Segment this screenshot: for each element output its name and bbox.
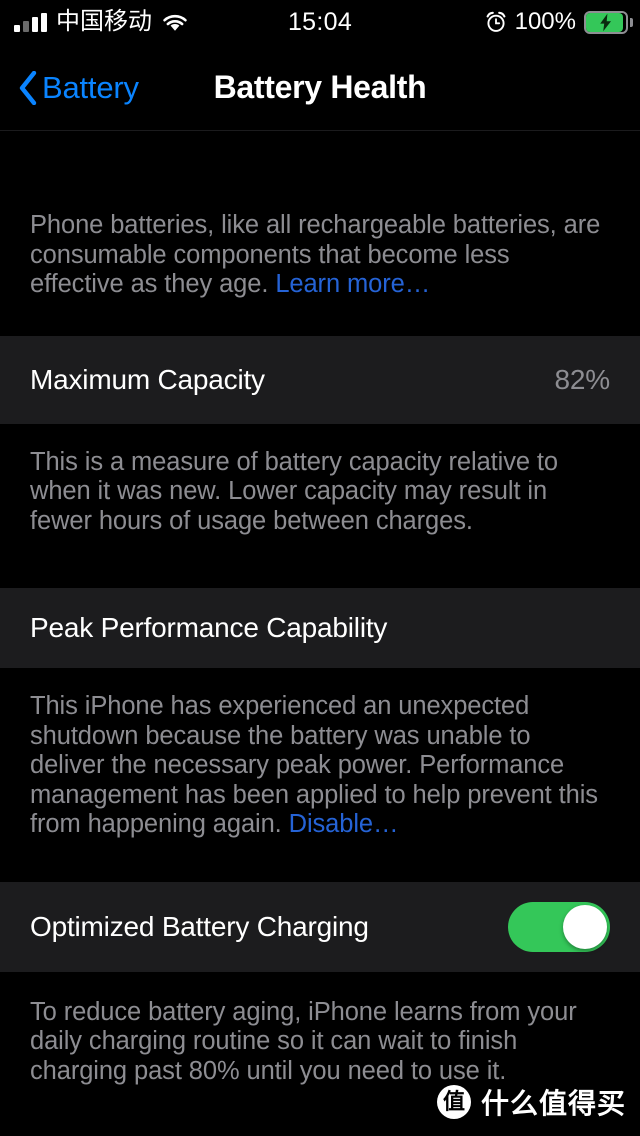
settings-content: Phone batteries, like all rechargeable b…	[0, 131, 640, 1136]
watermark-label: 什么值得买	[480, 1088, 626, 1119]
optimized-battery-charging-label: Optimized Battery Charging	[30, 910, 369, 942]
optimized-battery-charging-description: To reduce battery aging, iPhone learns f…	[30, 997, 577, 1085]
toggle-knob	[563, 904, 607, 949]
spacer-e	[0, 840, 640, 882]
iphone-screen: 中国移动 15:04 100% Battery Battery Health P…	[0, 0, 640, 1136]
spacer-f	[0, 972, 640, 998]
intro-description: Phone batteries, like all rechargeable b…	[0, 211, 640, 300]
maximum-capacity-label: Maximum Capacity	[30, 363, 265, 395]
peak-performance-description: This iPhone has experienced an unexpecte…	[0, 692, 640, 840]
spacer-a	[0, 300, 640, 336]
spacer-d	[0, 668, 640, 692]
maximum-capacity-value: 82%	[554, 363, 611, 395]
status-bar-right: 100%	[485, 8, 633, 36]
watermark: 值 什么值得买	[436, 1082, 626, 1122]
battery-charging-icon	[584, 10, 633, 34]
peak-performance-row[interactable]: Peak Performance Capability	[0, 588, 640, 668]
spacer-top	[0, 131, 640, 211]
navigation-bar: Battery Battery Health	[0, 44, 640, 131]
page-title: Battery Health	[213, 69, 427, 105]
spacer-b	[0, 424, 640, 448]
watermark-badge-icon: 值	[436, 1085, 471, 1119]
battery-percent-label: 100%	[514, 8, 576, 35]
maximum-capacity-row[interactable]: Maximum Capacity 82%	[0, 335, 640, 424]
spacer-c	[0, 536, 640, 588]
learn-more-link[interactable]: Learn more…	[275, 270, 430, 298]
alarm-clock-icon	[485, 11, 507, 33]
maximum-capacity-description: This is a measure of battery capacity re…	[30, 447, 558, 535]
peak-performance-label: Peak Performance Capability	[30, 612, 388, 643]
optimized-battery-charging-toggle[interactable]	[508, 901, 610, 952]
disable-link[interactable]: Disable…	[289, 810, 399, 838]
optimized-battery-charging-row[interactable]: Optimized Battery Charging	[0, 881, 640, 972]
status-bar: 中国移动 15:04 100%	[0, 0, 640, 44]
